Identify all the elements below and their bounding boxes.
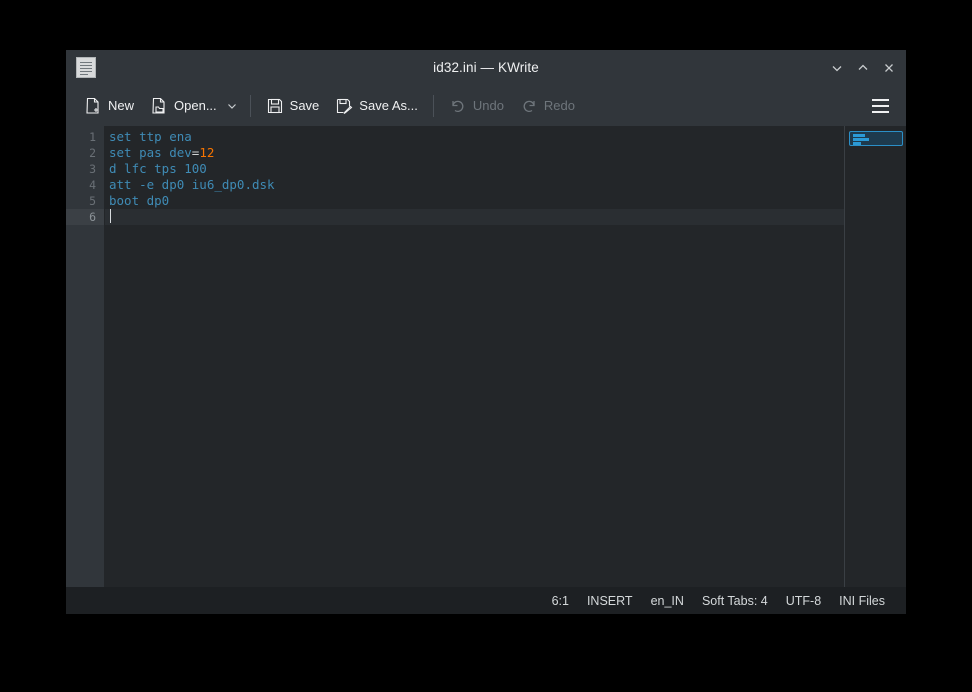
save-as-icon [335, 97, 353, 115]
status-bar: 6:1 INSERT en_IN Soft Tabs: 4 UTF-8 INI … [66, 587, 906, 614]
close-button[interactable] [876, 55, 902, 81]
minimap-thumb[interactable] [849, 131, 903, 146]
new-button[interactable]: New [76, 91, 142, 120]
minimize-button[interactable] [824, 55, 850, 81]
save-as-button[interactable]: Save As... [327, 91, 426, 120]
save-button[interactable]: Save [258, 91, 328, 120]
editor-area: 1 2 3 4 5 6 set ttp ena set pas dev=12 d… [66, 126, 906, 587]
hamburger-menu-icon[interactable] [866, 92, 894, 120]
maximize-button[interactable] [850, 55, 876, 81]
new-document-icon [84, 97, 102, 115]
line-number-current: 6 [66, 209, 104, 225]
status-locale[interactable]: en_IN [642, 594, 693, 608]
main-toolbar: New Open... S [66, 85, 906, 126]
code-line-current [105, 209, 844, 225]
minimap-text-mark [853, 134, 865, 137]
document-minimap-scrollbar[interactable] [844, 126, 906, 587]
minimap-text-mark [853, 142, 861, 145]
code-line: set ttp ena [105, 129, 844, 145]
text-cursor [110, 209, 111, 223]
redo-button-label: Redo [544, 98, 575, 113]
code-text-area[interactable]: set ttp ena set pas dev=12 d lfc tps 100… [105, 126, 844, 587]
new-button-label: New [108, 98, 134, 113]
undo-button: Undo [441, 91, 512, 120]
line-number: 5 [66, 193, 104, 209]
open-document-icon [150, 97, 168, 115]
code-token-number: 12 [199, 145, 214, 160]
undo-icon [449, 97, 467, 115]
window-controls [824, 50, 902, 85]
kwrite-window: id32.ini — KWrite New [66, 50, 906, 614]
redo-button: Redo [512, 91, 583, 120]
code-line: att -e dp0 iu6_dp0.dsk [105, 177, 844, 193]
save-icon [266, 97, 284, 115]
undo-button-label: Undo [473, 98, 504, 113]
status-encoding[interactable]: UTF-8 [777, 594, 830, 608]
open-recent-dropdown[interactable] [221, 91, 243, 120]
line-number-gutter: 1 2 3 4 5 6 [66, 126, 105, 587]
status-cursor-position[interactable]: 6:1 [543, 594, 578, 608]
window-title: id32.ini — KWrite [66, 60, 906, 75]
status-tab-settings[interactable]: Soft Tabs: 4 [693, 594, 777, 608]
code-line: boot dp0 [105, 193, 844, 209]
code-line: d lfc tps 100 [105, 161, 844, 177]
title-bar[interactable]: id32.ini — KWrite [66, 50, 906, 85]
line-number: 4 [66, 177, 104, 193]
line-number: 1 [66, 129, 104, 145]
status-input-mode[interactable]: INSERT [578, 594, 642, 608]
save-as-button-label: Save As... [359, 98, 418, 113]
redo-icon [520, 97, 538, 115]
save-button-label: Save [290, 98, 320, 113]
code-line: set pas dev=12 [105, 145, 844, 161]
line-number: 2 [66, 145, 104, 161]
line-number: 3 [66, 161, 104, 177]
status-highlight-mode[interactable]: INI Files [830, 594, 894, 608]
open-button[interactable]: Open... [142, 91, 225, 120]
code-token: set pas dev [109, 145, 192, 160]
minimap-text-mark [853, 138, 869, 141]
open-button-label: Open... [174, 98, 217, 113]
document-icon [76, 57, 96, 78]
toolbar-separator-1 [250, 95, 251, 117]
toolbar-separator-2 [433, 95, 434, 117]
